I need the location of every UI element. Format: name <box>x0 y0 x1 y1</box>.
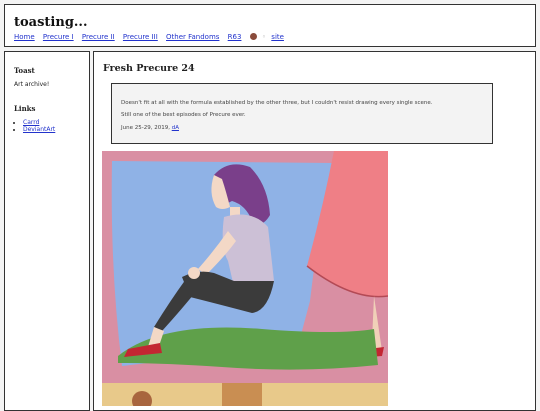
avatar-icon <box>249 33 257 40</box>
post-date: June 25-29, 2019, <box>121 125 170 131</box>
site-title[interactable]: toasting... <box>14 15 87 30</box>
link-deviantart[interactable]: DeviantArt <box>23 126 55 133</box>
post-title: Fresh Precure 24 <box>103 63 195 74</box>
separator: ◦ <box>261 33 267 41</box>
post-note: Doesn't fit at all with the formula esta… <box>111 83 493 144</box>
sidebar-heading-links: Links <box>14 104 36 113</box>
nav-precure-2[interactable]: Precure II <box>82 33 115 41</box>
sidebar-toast-text: Art archive! <box>14 81 50 88</box>
sidebar-heading-toast: Toast <box>14 66 35 75</box>
link-carrd[interactable]: Carrd <box>23 119 39 126</box>
nav-site[interactable]: site <box>271 33 284 41</box>
site-header: toasting... Home Precure I Precure II Pr… <box>4 4 536 47</box>
note-line-1: Doesn't fit at all with the formula esta… <box>121 100 433 106</box>
note-date-line: June 25-29, 2019, dA <box>121 125 179 131</box>
nav-other-fandoms[interactable]: Other Fandoms <box>166 33 219 41</box>
deviantart-link[interactable]: dA <box>172 125 179 131</box>
note-line-2: Still one of the best episodes of Precur… <box>121 112 246 118</box>
main-content: Fresh Precure 24 Doesn't fit at all with… <box>93 51 536 411</box>
sidebar: Toast Art archive! Links Carrd DeviantAr… <box>4 51 90 411</box>
sidebar-link-item: Carrd <box>23 119 55 126</box>
nav-r63[interactable]: R63 <box>228 33 242 41</box>
nav-home[interactable]: Home <box>14 33 35 41</box>
nav-precure-3[interactable]: Precure III <box>123 33 158 41</box>
artwork-image <box>102 151 388 406</box>
sidebar-links-list: Carrd DeviantArt <box>14 119 55 133</box>
nav-precure-1[interactable]: Precure I <box>43 33 74 41</box>
sidebar-link-item: DeviantArt <box>23 126 55 133</box>
top-nav: Home Precure I Precure II Precure III Ot… <box>14 33 290 41</box>
